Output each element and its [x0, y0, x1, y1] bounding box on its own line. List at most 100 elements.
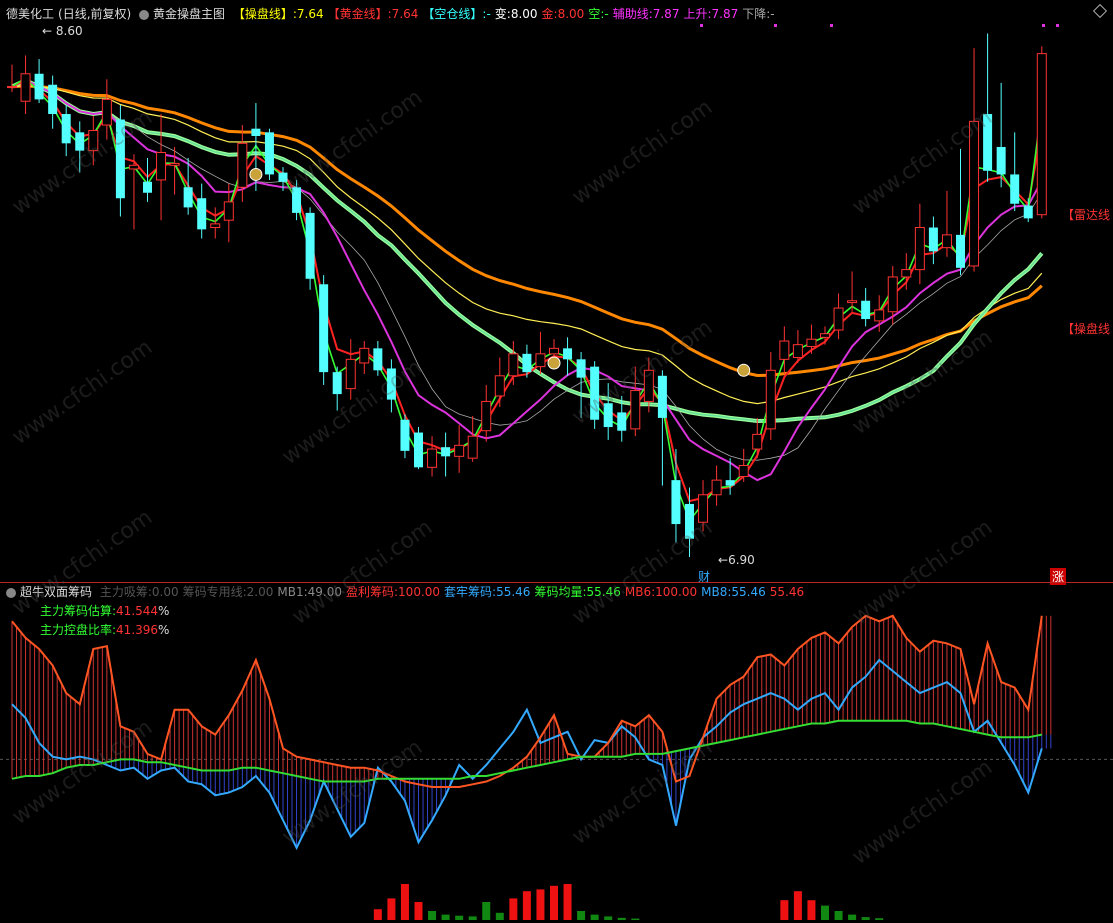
- candle-body: [508, 353, 519, 377]
- candle-body: [278, 172, 288, 182]
- settings-icon[interactable]: [6, 587, 16, 598]
- header-value-8: 下降:-: [742, 7, 775, 21]
- candle-body: [941, 234, 952, 249]
- indicator-value-4: 套牢筹码:55.46: [444, 585, 531, 599]
- indicator-value-1: 筹码专用线:2.00: [182, 585, 274, 599]
- candle-body: [1036, 53, 1047, 216]
- candle-body: [251, 128, 261, 136]
- candle-body: [345, 358, 356, 390]
- candle-body: [48, 84, 58, 115]
- candle-body: [101, 98, 112, 126]
- money-bag-icon: [737, 363, 751, 377]
- candle-body: [698, 494, 709, 523]
- thin-ma-line: [11, 79, 1043, 461]
- candle-body: [874, 309, 885, 322]
- candle-body: [128, 164, 139, 170]
- signal-dot: [1042, 24, 1045, 27]
- indicator-value-2: MB1:49.00: [277, 585, 342, 599]
- chip-volume-bar: [495, 912, 504, 920]
- candle-body: [494, 375, 505, 397]
- header-value-5: 空:-: [588, 7, 609, 21]
- high-price-label: ← 8.60: [42, 24, 83, 38]
- indicator-value-3: 盈利筹码:100.00: [346, 585, 441, 599]
- candle-body: [522, 353, 532, 373]
- indicator-value-8: 55.46: [769, 585, 805, 599]
- candle-body: [467, 435, 478, 459]
- header-value-1: 【黄金线】:7.64: [327, 7, 419, 21]
- chip-volume-bar: [522, 891, 531, 920]
- chip-volume-bar: [780, 900, 789, 920]
- indicator-value-6: MB6:100.00: [624, 585, 698, 599]
- candle-body: [223, 201, 234, 221]
- candle-body: [983, 114, 993, 171]
- trapped-chip-line: [11, 658, 1043, 851]
- indicator-name[interactable]: 黄金操盘主图: [153, 7, 225, 21]
- chip-volume-bar: [590, 914, 599, 920]
- candle-body: [901, 269, 912, 278]
- signal-dot: [1056, 24, 1059, 27]
- indicator-value-5: 筹码均量:55.46: [534, 585, 621, 599]
- candle-body: [914, 227, 925, 271]
- caopan-line: [11, 84, 1043, 378]
- price-chart[interactable]: [0, 20, 1113, 582]
- huangjin-line: [11, 79, 1043, 503]
- candle-body: [441, 447, 451, 457]
- candle-body: [928, 227, 938, 252]
- candle-body: [1010, 174, 1020, 204]
- candle-body: [305, 212, 315, 279]
- chip-volume-bar: [428, 911, 437, 920]
- candle-body: [400, 419, 410, 451]
- candle-body: [292, 187, 302, 213]
- candle-body: [779, 340, 790, 360]
- candle-body: [563, 348, 573, 360]
- candle-body: [887, 276, 898, 313]
- candle-body: [1023, 205, 1033, 219]
- candle-body: [725, 480, 735, 486]
- money-bag-icon: [249, 167, 263, 181]
- candle-body: [711, 479, 722, 496]
- header-value-2: 【空仓线】:-: [422, 7, 491, 21]
- settings-icon[interactable]: [139, 9, 150, 20]
- candle-body: [671, 480, 681, 525]
- indicator-value-7: MB8:55.46: [701, 585, 766, 599]
- fuzhu-line: [11, 79, 1043, 482]
- chip-volume-bar: [468, 916, 477, 920]
- indicator-panel-values: 主力吸筹:0.00 筹码专用线:2.00 MB1:49.00 盈利筹码:100.00 套…: [100, 585, 808, 599]
- candle-body: [956, 234, 965, 268]
- chip-volume-bar: [807, 900, 816, 920]
- candle-body: [169, 162, 180, 166]
- chip-volume-bar: [577, 911, 586, 920]
- candle-body: [143, 181, 152, 193]
- header-value-7: 上升:7.87: [683, 7, 739, 21]
- candle-body: [34, 73, 44, 100]
- chip-volume-bar: [550, 885, 558, 920]
- candle-body: [319, 284, 329, 373]
- candle-body: [685, 503, 694, 539]
- signal-dot: [700, 24, 703, 27]
- candle-body: [806, 338, 817, 348]
- chip-volume-bar: [387, 898, 396, 920]
- chip-indicator-chart[interactable]: [0, 602, 1113, 923]
- candle-body: [115, 119, 125, 199]
- candle-body: [7, 86, 17, 89]
- indicator-panel-name[interactable]: 超牛双面筹码: [20, 585, 92, 599]
- chip-volume-bar: [861, 917, 870, 920]
- candle-body: [996, 146, 1006, 175]
- candle-body: [156, 151, 167, 181]
- candle-body: [535, 353, 546, 368]
- candle-body: [197, 198, 207, 230]
- candle-body: [549, 347, 559, 355]
- chip-volume-bar: [793, 891, 802, 920]
- candle-body: [20, 73, 31, 102]
- candle-body: [765, 369, 776, 430]
- chip-volume-bar: [455, 915, 464, 920]
- candle-body: [576, 359, 586, 378]
- stock-name[interactable]: 德美化工: [6, 7, 54, 21]
- chip-volume-bar: [441, 914, 450, 920]
- caopan-line-label: 【操盘线: [1062, 322, 1111, 336]
- candle-body: [833, 307, 844, 331]
- period-label: (日线,前复权): [58, 7, 132, 21]
- low-price-label: ←6.90: [718, 553, 755, 567]
- candle-body: [643, 369, 654, 402]
- indicator-value-0: 主力吸筹:0.00: [99, 585, 179, 599]
